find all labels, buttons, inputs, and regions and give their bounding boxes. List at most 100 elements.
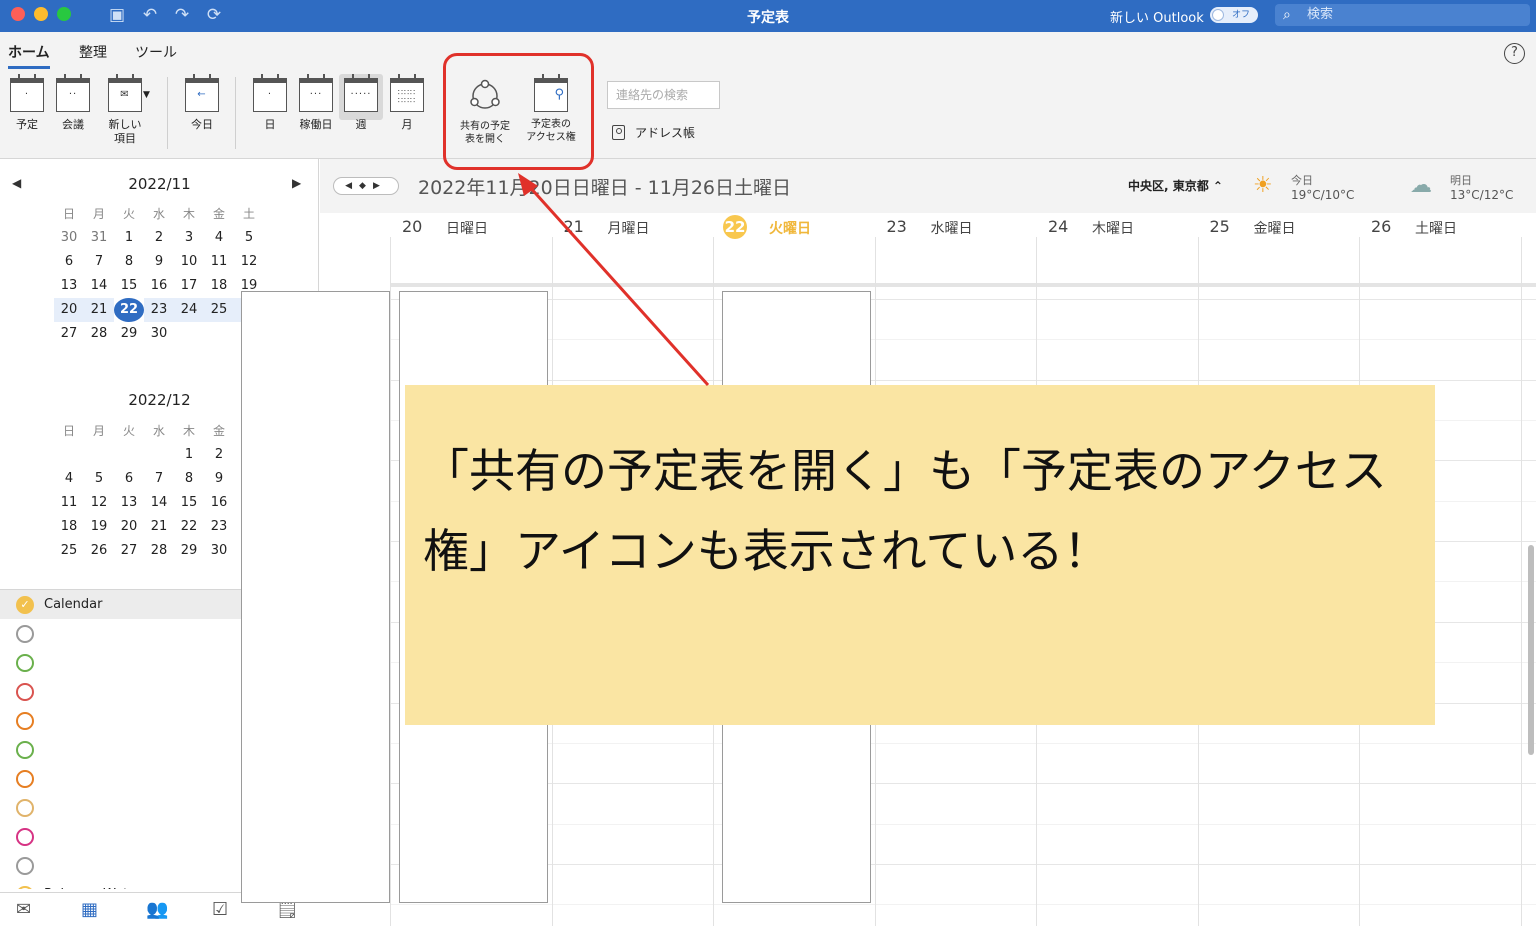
calendar-icon[interactable]: ▦ bbox=[81, 899, 98, 920]
mini-calendar-day[interactable]: 18 bbox=[204, 274, 234, 298]
calendar-color-circle[interactable] bbox=[16, 886, 34, 889]
mini-calendar-day[interactable]: 9 bbox=[204, 467, 234, 491]
checkmark-icon[interactable]: ✓ bbox=[16, 596, 34, 614]
day-number[interactable]: 22 bbox=[723, 215, 747, 239]
mini-calendar-day[interactable]: 8 bbox=[174, 467, 204, 491]
mini-calendar-day[interactable]: 12 bbox=[234, 250, 264, 274]
mini-calendar-day[interactable]: 17 bbox=[174, 274, 204, 298]
calendar-color-circle[interactable] bbox=[16, 857, 34, 875]
mini-calendar-day[interactable]: 25 bbox=[54, 539, 84, 563]
mini-calendar-day[interactable]: 22 bbox=[114, 298, 144, 322]
mini-calendar-day[interactable]: 14 bbox=[144, 491, 174, 515]
mini-calendar-day[interactable]: 11 bbox=[54, 491, 84, 515]
mini-calendar-day[interactable]: 6 bbox=[54, 250, 84, 274]
mini-calendar-day[interactable]: 28 bbox=[84, 322, 114, 346]
mini-calendar-day[interactable]: 16 bbox=[144, 274, 174, 298]
day-name[interactable]: 土曜日 bbox=[1415, 218, 1457, 238]
calendar-color-circle[interactable] bbox=[16, 712, 34, 730]
mini-calendar-day[interactable]: 21 bbox=[84, 298, 114, 322]
mini-calendar-day[interactable]: 10 bbox=[174, 250, 204, 274]
mini-calendar-day[interactable]: 13 bbox=[114, 491, 144, 515]
day-name[interactable]: 月曜日 bbox=[608, 218, 650, 238]
calendar-color-circle[interactable] bbox=[16, 625, 34, 643]
contact-search-input[interactable]: 連絡先の検索 bbox=[607, 81, 720, 109]
mini-calendar-day[interactable]: 29 bbox=[114, 322, 144, 346]
date-nav-arrows[interactable]: ◀◆▶ bbox=[333, 177, 399, 195]
mini-calendar-day[interactable]: 5 bbox=[234, 226, 264, 250]
chevron-down-icon[interactable]: ▼ bbox=[143, 90, 150, 100]
day-number[interactable]: 25 bbox=[1210, 217, 1230, 236]
day-number[interactable]: 23 bbox=[887, 217, 907, 236]
tab-home[interactable]: ホーム bbox=[8, 42, 50, 69]
weather-location[interactable]: 中央区, 東京都 ⌃ bbox=[1128, 177, 1223, 194]
mini-calendar-day[interactable]: 5 bbox=[84, 467, 114, 491]
calendar-color-circle[interactable] bbox=[16, 741, 34, 759]
mini-calendar-day[interactable]: 16 bbox=[204, 491, 234, 515]
mail-icon[interactable]: ✉ bbox=[16, 899, 31, 920]
mini-calendar-day[interactable]: 13 bbox=[54, 274, 84, 298]
all-day-area[interactable] bbox=[390, 241, 1536, 287]
mini-calendar-day[interactable]: 9 bbox=[144, 250, 174, 274]
mini-calendar-day[interactable]: 11 bbox=[204, 250, 234, 274]
mini-calendar-day[interactable]: 29 bbox=[174, 539, 204, 563]
help-icon[interactable]: ? bbox=[1504, 43, 1525, 64]
tab-tools[interactable]: ツール bbox=[135, 42, 177, 62]
mini-calendar-day[interactable]: 25 bbox=[204, 298, 234, 322]
day-name[interactable]: 木曜日 bbox=[1092, 218, 1134, 238]
address-book-button[interactable]: アドレス帳 bbox=[612, 124, 695, 141]
mini-calendar-day[interactable]: 18 bbox=[54, 515, 84, 539]
day-number[interactable]: 21 bbox=[564, 217, 584, 236]
mini-calendar-day[interactable]: 30 bbox=[54, 226, 84, 250]
tasks-icon[interactable]: ☑ bbox=[212, 899, 228, 920]
calendar-color-circle[interactable] bbox=[16, 683, 34, 701]
mini-calendar-day[interactable]: 1 bbox=[114, 226, 144, 250]
mini-calendar-day[interactable]: 23 bbox=[144, 298, 174, 322]
calendar-color-circle[interactable] bbox=[16, 770, 34, 788]
mini-calendar-day[interactable]: 22 bbox=[174, 515, 204, 539]
day-number[interactable]: 26 bbox=[1371, 217, 1391, 236]
mini-calendar-day[interactable]: 2 bbox=[204, 443, 234, 467]
day-number[interactable]: 20 bbox=[402, 217, 422, 236]
search-input[interactable]: ⌕ 検索 bbox=[1275, 4, 1530, 26]
mini-calendar-day[interactable]: 20 bbox=[54, 298, 84, 322]
mini-calendar-day[interactable]: 8 bbox=[114, 250, 144, 274]
mini-calendar-day[interactable]: 23 bbox=[204, 515, 234, 539]
new-appointment-button[interactable]: · 予定 bbox=[8, 74, 46, 132]
day-name[interactable]: 金曜日 bbox=[1254, 218, 1296, 238]
work-week-view-button[interactable]: ··· 稼働日 bbox=[295, 74, 337, 132]
new-items-button[interactable]: ✉ 新しい 項目 bbox=[100, 74, 150, 146]
calendar-color-circle[interactable] bbox=[16, 799, 34, 817]
mini-calendar-day[interactable]: 27 bbox=[114, 539, 144, 563]
mini-calendar-day[interactable]: 4 bbox=[204, 226, 234, 250]
month-view-button[interactable]: ∷∷∷ ∷∷∷ 月 bbox=[388, 74, 426, 132]
mini-calendar-day[interactable]: 4 bbox=[54, 467, 84, 491]
today-button[interactable]: ← 今日 bbox=[183, 74, 221, 132]
day-name[interactable]: 日曜日 bbox=[446, 218, 488, 238]
mini-calendar-day[interactable]: 21 bbox=[144, 515, 174, 539]
tab-organize[interactable]: 整理 bbox=[79, 42, 107, 62]
mini-calendar-day[interactable]: 7 bbox=[144, 467, 174, 491]
day-number[interactable]: 24 bbox=[1048, 217, 1068, 236]
mini-calendar-day[interactable]: 2 bbox=[144, 226, 174, 250]
day-name[interactable]: 火曜日 bbox=[769, 218, 811, 238]
mini-calendar-day[interactable]: 30 bbox=[144, 322, 174, 346]
mini-calendar-day[interactable]: 14 bbox=[84, 274, 114, 298]
calendar-color-circle[interactable] bbox=[16, 654, 34, 672]
mini-calendar-day[interactable]: 15 bbox=[174, 491, 204, 515]
mini-calendar-day[interactable]: 28 bbox=[144, 539, 174, 563]
mini-calendar-day[interactable]: 27 bbox=[54, 322, 84, 346]
mini-calendar-day[interactable]: 24 bbox=[174, 298, 204, 322]
mini-calendar-day[interactable]: 3 bbox=[174, 226, 204, 250]
new-outlook-toggle[interactable]: オフ bbox=[1210, 7, 1258, 23]
day-view-button[interactable]: · 日 bbox=[251, 74, 289, 132]
mini-calendar-day[interactable]: 6 bbox=[114, 467, 144, 491]
week-view-button[interactable]: ····· 週 bbox=[342, 74, 380, 132]
mini-calendar-day[interactable]: 1 bbox=[174, 443, 204, 467]
calendar-color-circle[interactable] bbox=[16, 828, 34, 846]
mini-calendar-day[interactable]: 15 bbox=[114, 274, 144, 298]
mini-calendar-day[interactable]: 12 bbox=[84, 491, 114, 515]
mini-calendar-day[interactable]: 20 bbox=[114, 515, 144, 539]
event-block[interactable] bbox=[241, 291, 390, 903]
mini-calendar-day[interactable]: 30 bbox=[204, 539, 234, 563]
day-name[interactable]: 水曜日 bbox=[931, 218, 973, 238]
